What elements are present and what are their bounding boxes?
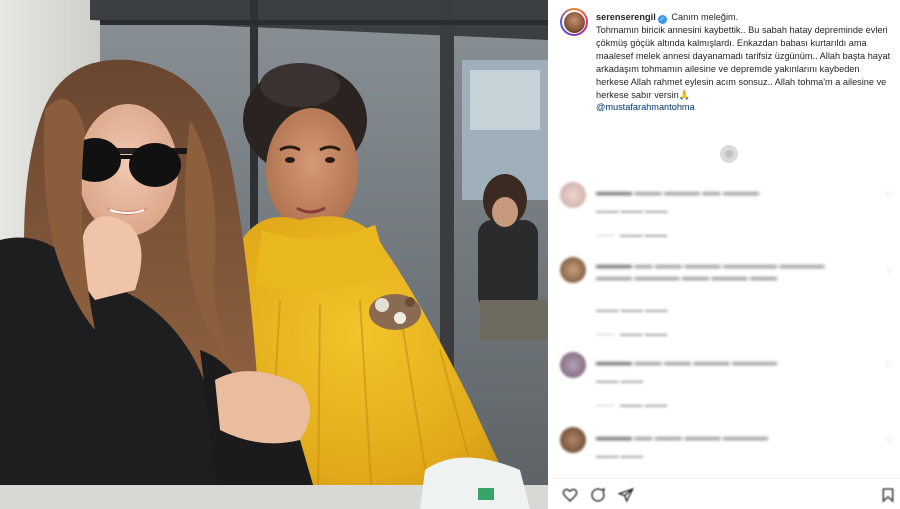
mention-link[interactable]: @mustafarahmantohma (596, 102, 695, 112)
comment-meta: ▬▬▬ ▬▬▬ ▬▬▬ (596, 305, 668, 314)
load-more-comments-icon[interactable] (720, 145, 738, 163)
heart-icon[interactable]: ♡ (885, 190, 894, 200)
comment-text: ▬▬▬▬ ▬▬▬ ▬▬▬▬ ▬▬ ▬▬▬▬ (596, 187, 760, 197)
heart-icon[interactable]: ♡ (885, 435, 894, 445)
brooch (369, 294, 421, 330)
avatar[interactable] (560, 427, 586, 453)
comment-meta: ▬▬▬ ▬▬▬ (596, 451, 644, 460)
post-image (0, 0, 548, 509)
verified-badge-icon: ✓ (657, 15, 667, 24)
heart-icon[interactable]: ♡ (885, 265, 894, 275)
heart-icon[interactable]: ♡ (885, 360, 894, 370)
bookmark-icon[interactable] (880, 487, 896, 503)
comment-bubble-icon[interactable] (590, 487, 606, 503)
view-replies-link[interactable]: ▬▬▬ ▬▬▬ (596, 230, 667, 239)
avatar[interactable] (560, 8, 588, 36)
comment-text: ▬▬▬▬ ▬▬ ▬▬▬ ▬▬▬▬ ▬▬▬▬▬▬ ▬▬▬▬▬ ▬▬▬▬ ▬▬▬▬▬… (596, 260, 825, 282)
paper-plane-icon[interactable] (618, 487, 634, 503)
caption-line-1: Canım meleğim. (671, 12, 739, 22)
view-replies-link[interactable]: ▬▬▬ ▬▬▬ (596, 400, 667, 409)
post-side-panel: serenserengil ✓ Canım meleğim. Tohmamın b… (552, 0, 900, 509)
caption-body: Tohmamın biricik annesini kaybettik.. Bu… (596, 25, 891, 100)
profile-picture (563, 11, 585, 33)
comment-meta: ▬▬▬ ▬▬▬ ▬▬▬ (596, 206, 668, 215)
avatar[interactable] (560, 182, 586, 208)
comment-text: ▬▬▬▬ ▬▬▬ ▬▬▬ ▬▬▬▬ ▬▬▬▬▬ (596, 357, 778, 367)
caption: serenserengil ✓ Canım meleğim. Tohmamın b… (596, 11, 894, 114)
username[interactable]: serenserengil (596, 12, 656, 22)
comment-meta: ▬▬▬ ▬▬▬ (596, 376, 644, 385)
heart-outline-icon[interactable] (562, 487, 578, 503)
action-bar (552, 478, 900, 509)
comment-text: ▬▬▬▬ ▬▬ ▬▬▬ ▬▬▬▬ ▬▬▬▬▬ (596, 432, 769, 442)
avatar[interactable] (560, 257, 586, 283)
avatar[interactable] (560, 352, 586, 378)
post-photo[interactable] (0, 0, 548, 509)
view-replies-link[interactable]: ▬▬▬ ▬▬▬ (596, 329, 667, 338)
